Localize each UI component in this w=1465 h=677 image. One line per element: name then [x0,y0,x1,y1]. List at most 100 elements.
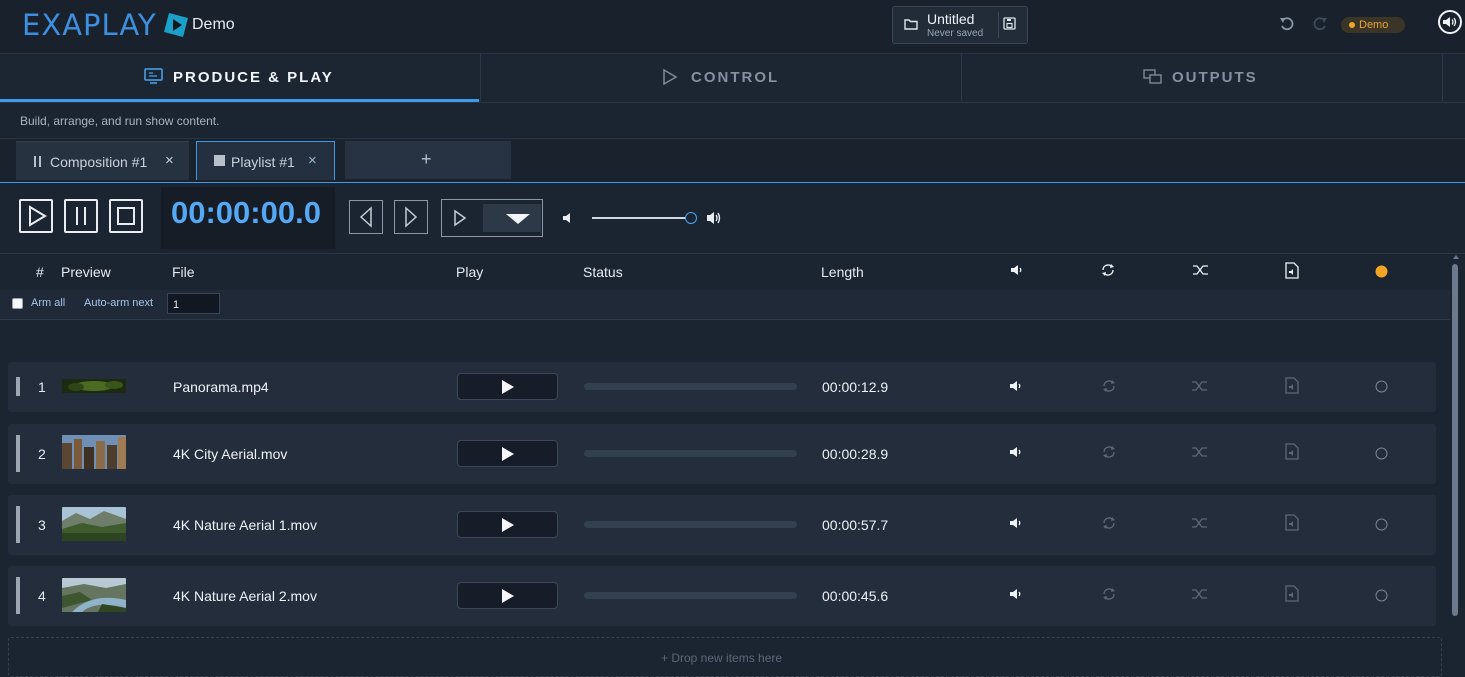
app-edition: Demo [192,16,235,33]
row-play-button[interactable] [457,582,558,609]
shuffle-icon[interactable] [1191,515,1209,531]
loop-icon[interactable] [1101,586,1117,602]
shuffle-icon[interactable] [1191,586,1209,602]
volume-icon[interactable] [1008,515,1024,531]
outputs-icon [1143,69,1162,84]
row-number: 1 [38,379,46,395]
drag-handle[interactable] [16,577,20,614]
pause-button[interactable] [64,199,98,233]
col-status: Status [583,264,623,280]
close-icon[interactable]: × [165,152,174,169]
tab-produce-play[interactable]: PRODUCE & PLAY [0,54,479,102]
plus-icon: + [421,149,432,169]
drop-zone[interactable]: + Drop new items here [8,637,1442,677]
page-subtitle: Build, arrange, and run show content. [20,114,220,128]
add-tab-button[interactable]: + [345,141,511,179]
volume-icon[interactable] [1009,262,1025,278]
auto-arm-input[interactable]: 1 [167,293,220,314]
file-name: 4K City Aerial.mov [173,446,288,462]
row-play-button[interactable] [457,511,558,538]
col-length[interactable]: Length [821,264,864,280]
loop-icon[interactable] [1101,444,1117,460]
loop-icon[interactable] [1100,262,1116,278]
play-icon [454,209,467,227]
pause-icon [34,156,41,167]
tab-composition-1[interactable]: Composition #1 × [16,141,189,180]
col-file[interactable]: File [172,264,195,280]
row-length: 00:00:57.7 [822,517,889,533]
tab-outputs[interactable]: OUTPUTS [961,54,1443,101]
tab-control-label: CONTROL [691,69,780,86]
thumbnail-city-aerial [62,435,126,469]
save-icon[interactable] [1003,17,1016,30]
drag-handle[interactable] [16,506,20,543]
play-icon [502,447,514,461]
redo-icon[interactable] [1312,16,1328,32]
project-menu[interactable]: Untitled Never saved [892,6,1028,44]
status-dot-icon [1375,518,1388,531]
status-dot-icon [1375,380,1388,393]
play-button[interactable] [19,199,53,233]
row-progress-bar [584,521,797,528]
dropdown-icon [506,214,530,224]
next-icon [405,206,418,228]
drag-handle[interactable] [16,377,20,396]
scroll-up-icon[interactable] [1452,254,1460,260]
volume-slider[interactable] [592,217,691,219]
scrollbar-thumb[interactable] [1452,264,1458,616]
table-row[interactable]: 2 4K City Aerial.mov 00:00:28.9 [8,424,1436,484]
volume-slider-handle[interactable] [685,212,697,224]
tab-playlist-label: Playlist #1 [231,154,295,170]
drag-handle[interactable] [16,435,20,472]
shuffle-icon[interactable] [1191,378,1209,394]
play-icon [663,68,678,86]
file-audio-icon[interactable] [1285,514,1299,531]
prev-icon [359,206,372,228]
app-logo: EXAPLAY [22,8,157,42]
shuffle-icon[interactable] [1192,262,1210,278]
volume-icon[interactable] [1008,378,1024,394]
loop-icon[interactable] [1101,378,1117,394]
table-row[interactable]: 4 4K Nature Aerial 2.mov 00:00:45.6 [8,566,1436,626]
thumbnail-nature-aerial-1 [62,507,126,541]
row-play-button[interactable] [457,373,558,400]
audio-output-button[interactable] [1438,10,1462,34]
file-audio-icon[interactable] [1285,262,1299,279]
logo-play-icon [164,13,188,37]
file-audio-icon[interactable] [1285,443,1299,460]
play-mode-dropdown[interactable] [483,204,541,232]
shuffle-icon[interactable] [1191,444,1209,460]
volume-icon[interactable] [1008,586,1024,602]
volume-icon[interactable] [1008,444,1024,460]
status-dot-icon [1349,22,1355,28]
volume-low-icon[interactable] [561,211,575,225]
next-button[interactable] [394,200,428,234]
tab-control[interactable]: CONTROL [480,54,961,101]
transport-bar: 00:00:00.0 [0,183,1465,254]
file-name: 4K Nature Aerial 1.mov [173,517,317,533]
play-icon [502,589,514,603]
row-progress-bar [584,592,797,599]
main-nav: PRODUCE & PLAY CONTROL OUTPUTS [0,54,1465,103]
file-audio-icon[interactable] [1285,377,1299,394]
undo-icon[interactable] [1279,16,1295,32]
play-icon [502,380,514,394]
document-tabs: Composition #1 × Playlist #1 × + [0,138,1465,184]
file-audio-icon[interactable] [1285,585,1299,602]
row-progress-bar [584,450,797,457]
play-mode-select[interactable] [441,199,543,237]
arm-all-checkbox[interactable] [12,298,23,309]
table-row[interactable]: 3 4K Nature Aerial 1.mov 00:00:57.7 [8,495,1436,555]
stop-button[interactable] [109,199,143,233]
close-icon[interactable]: × [308,152,317,169]
previous-button[interactable] [349,200,383,234]
auto-arm-label: Auto-arm next [84,297,154,309]
table-row[interactable]: 1 Panorama.mp4 00:00:12.9 [8,362,1436,412]
timecode: 00:00:00.0 [171,195,321,230]
row-play-button[interactable] [457,440,558,467]
top-bar: EXAPLAY Demo Untitled Never saved Demo [0,0,1465,54]
tab-playlist-1[interactable]: Playlist #1 × [196,141,335,180]
tab-outputs-label: OUTPUTS [1172,69,1258,86]
loop-icon[interactable] [1101,515,1117,531]
volume-high-icon[interactable] [706,210,724,226]
